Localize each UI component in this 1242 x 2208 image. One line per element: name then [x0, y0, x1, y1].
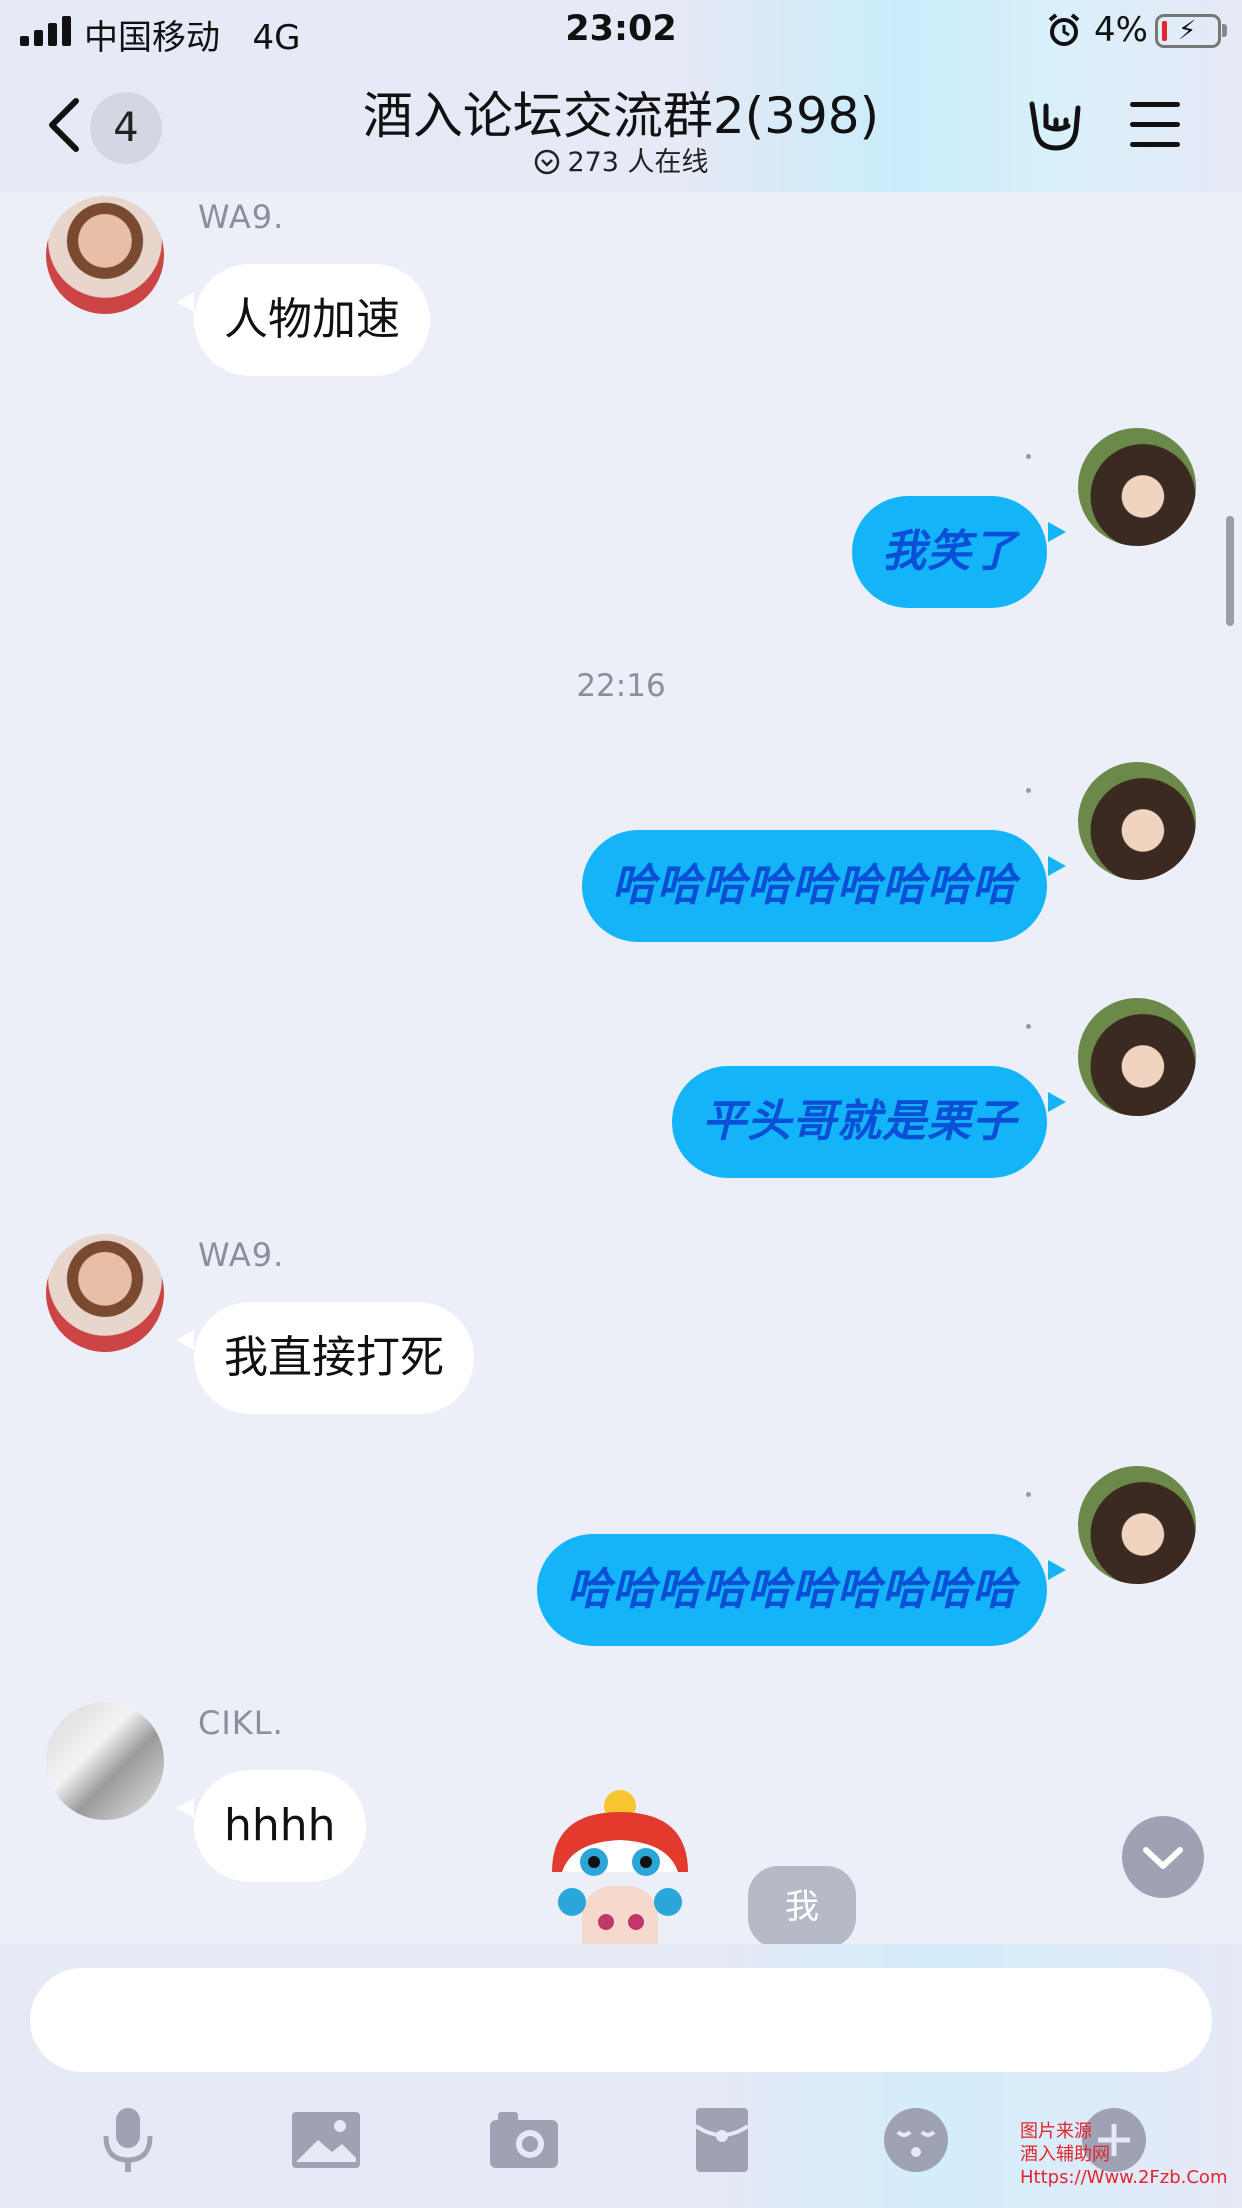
- red-packet-icon[interactable]: [686, 2104, 758, 2176]
- battery-icon: ⚡: [1155, 14, 1221, 48]
- avatar[interactable]: [1078, 428, 1196, 546]
- status-bar: 中国移动 4G 23:02 4% ⚡: [0, 0, 1242, 62]
- message-bubble[interactable]: 哈哈哈哈哈哈哈哈哈: [582, 830, 1047, 942]
- avatar[interactable]: [46, 1234, 164, 1352]
- rock-hand-icon[interactable]: [1024, 96, 1084, 156]
- message-input[interactable]: [30, 1968, 1212, 2072]
- timestamp: 22:16: [576, 668, 666, 704]
- watermark: 图片来源 酒入辅助网 Https://Www.2Fzb.Com: [1020, 2121, 1228, 2188]
- message-bubble[interactable]: 我笑了: [852, 496, 1047, 608]
- sender-name: WA9.: [198, 198, 285, 236]
- top-bar: 中国移动 4G 23:02 4% ⚡ 4 酒入论坛交流群2(398) 273 人…: [0, 0, 1242, 192]
- sender-name: WA9.: [198, 1236, 285, 1274]
- me-tag[interactable]: 我: [748, 1866, 856, 1948]
- scroll-to-bottom-button[interactable]: [1122, 1816, 1204, 1898]
- battery-percent: 4%: [1094, 10, 1148, 50]
- chat-screen: 中国移动 4G 23:02 4% ⚡ 4 酒入论坛交流群2(398) 273 人…: [0, 0, 1242, 2208]
- microphone-icon[interactable]: [92, 2104, 164, 2176]
- message-bubble[interactable]: 哈哈哈哈哈哈哈哈哈哈: [537, 1534, 1047, 1646]
- image-icon[interactable]: [290, 2104, 362, 2176]
- message-list[interactable]: WA9. 人物加速 我笑了 22:16 哈哈哈哈哈哈哈哈哈 平头哥就是栗子 WA…: [0, 192, 1242, 1972]
- message-bubble[interactable]: 人物加速: [194, 264, 430, 376]
- sender-name: CIKL.: [198, 1704, 284, 1742]
- emoji-icon[interactable]: [880, 2104, 952, 2176]
- alarm-icon: [1048, 13, 1080, 46]
- message-bubble[interactable]: 平头哥就是栗子: [672, 1066, 1047, 1178]
- avatar[interactable]: [1078, 998, 1196, 1116]
- avatar[interactable]: [46, 1702, 164, 1820]
- avatar[interactable]: [1078, 1466, 1196, 1584]
- avatar[interactable]: [46, 196, 164, 314]
- chevron-down-icon: [1143, 1847, 1183, 1869]
- scrollbar[interactable]: [1226, 516, 1234, 626]
- message-bubble[interactable]: 我直接打死: [194, 1302, 474, 1414]
- message-bubble[interactable]: hhhh: [194, 1770, 366, 1882]
- avatar[interactable]: [1078, 762, 1196, 880]
- chevron-circle-icon: [535, 149, 560, 175]
- menu-icon[interactable]: [1130, 102, 1180, 148]
- camera-icon[interactable]: [488, 2104, 560, 2176]
